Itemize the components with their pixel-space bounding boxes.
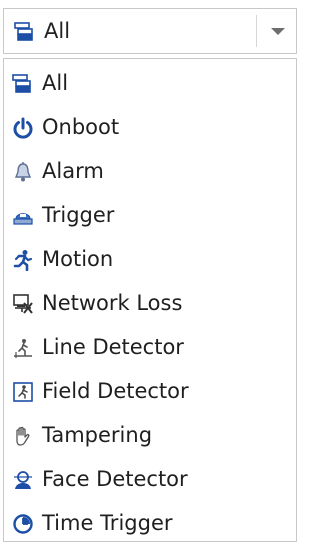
option-label: Field Detector [42, 379, 189, 403]
options-list: All Onboot Alarm Trigger Motion Network … [3, 58, 297, 542]
option-alarm[interactable]: Alarm [4, 150, 296, 194]
face-detector-icon [12, 469, 34, 491]
running-person-icon [12, 249, 34, 272]
option-label: Alarm [42, 159, 104, 183]
option-label: Time Trigger [42, 511, 173, 535]
option-label: Face Detector [42, 467, 188, 491]
option-all[interactable]: All [4, 62, 296, 106]
bell-icon [12, 161, 34, 183]
option-onboot[interactable]: Onboot [4, 106, 296, 150]
option-label: Motion [42, 247, 114, 271]
option-motion[interactable]: Motion [4, 238, 296, 282]
option-tampering[interactable]: Tampering [4, 414, 296, 458]
option-line-detector[interactable]: Line Detector [4, 326, 296, 370]
chevron-down-icon[interactable] [257, 9, 297, 53]
option-time-trigger[interactable]: Time Trigger [4, 502, 296, 541]
option-label: All [42, 71, 69, 95]
option-trigger[interactable]: Trigger [4, 194, 296, 238]
network-loss-icon [12, 293, 34, 315]
power-icon [12, 117, 34, 139]
option-field-detector[interactable]: Field Detector [4, 370, 296, 414]
trigger-icon [12, 205, 34, 227]
all-events-icon [14, 22, 36, 42]
option-face-detector[interactable]: Face Detector [4, 458, 296, 502]
option-label: Line Detector [42, 335, 184, 359]
selected-value: All [44, 19, 71, 43]
line-crossing-icon [12, 337, 34, 359]
option-label: Tampering [42, 423, 153, 447]
option-label: Trigger [42, 203, 115, 227]
field-detector-icon [12, 381, 34, 403]
all-events-icon [12, 73, 34, 95]
option-label: Network Loss [42, 291, 183, 315]
option-network-loss[interactable]: Network Loss [4, 282, 296, 326]
option-label: Onboot [42, 115, 120, 139]
event-type-select[interactable]: All [3, 8, 297, 54]
event-type-dropdown: All All Onboot Alarm Trigger Motion Netw… [0, 0, 300, 547]
clock-icon [12, 513, 34, 535]
hand-icon [12, 425, 34, 447]
